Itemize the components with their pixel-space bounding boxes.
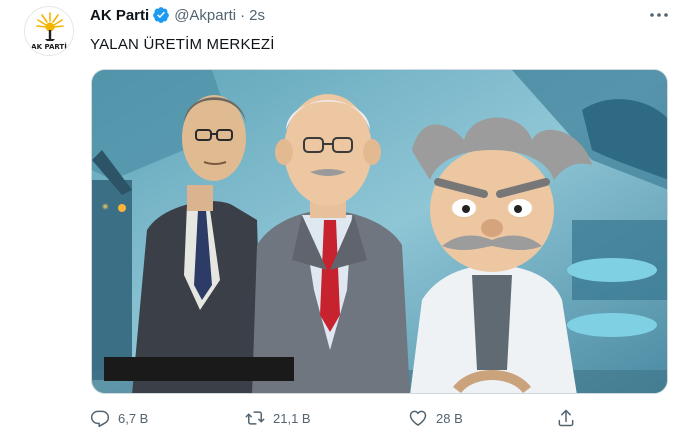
more-dots-icon[interactable]: [648, 8, 670, 22]
author-name[interactable]: AK Parti: [90, 7, 149, 24]
redaction-bar: [104, 357, 294, 381]
reply-count: 6,7 B: [118, 410, 149, 426]
tweet[interactable]: AK PARTİ AK Parti @Akparti · 2s YALAN ÜR…: [0, 0, 700, 444]
heart-icon: [409, 410, 427, 426]
author-handle[interactable]: @Akparti: [174, 7, 236, 24]
retweet-button[interactable]: 21,1 B: [245, 404, 311, 432]
tweet-media-video[interactable]: [91, 69, 668, 394]
share-button[interactable]: [556, 404, 584, 432]
retweet-icon: [245, 411, 265, 425]
like-button[interactable]: 28 B: [408, 404, 463, 432]
reply-button[interactable]: 6,7 B: [90, 404, 148, 432]
cartoon-illustration: [92, 70, 667, 393]
verified-badge-icon: [153, 7, 170, 23]
separator-dot: ·: [240, 6, 246, 24]
avatar-logo-text: AK PARTİ: [31, 43, 67, 51]
tweet-header: AK Parti @Akparti · 2s: [90, 5, 265, 25]
avatar[interactable]: AK PARTİ: [24, 6, 74, 56]
reply-icon: [90, 410, 110, 428]
tweet-actions: 6,7 B 21,1 B 28 B: [90, 404, 590, 432]
retweet-count: 21,1 B: [273, 410, 311, 426]
tweet-timestamp[interactable]: 2s: [249, 7, 265, 24]
share-icon: [558, 409, 574, 427]
like-count: 28 B: [436, 410, 463, 426]
tweet-text: YALAN ÜRETİM MERKEZİ: [90, 36, 275, 53]
